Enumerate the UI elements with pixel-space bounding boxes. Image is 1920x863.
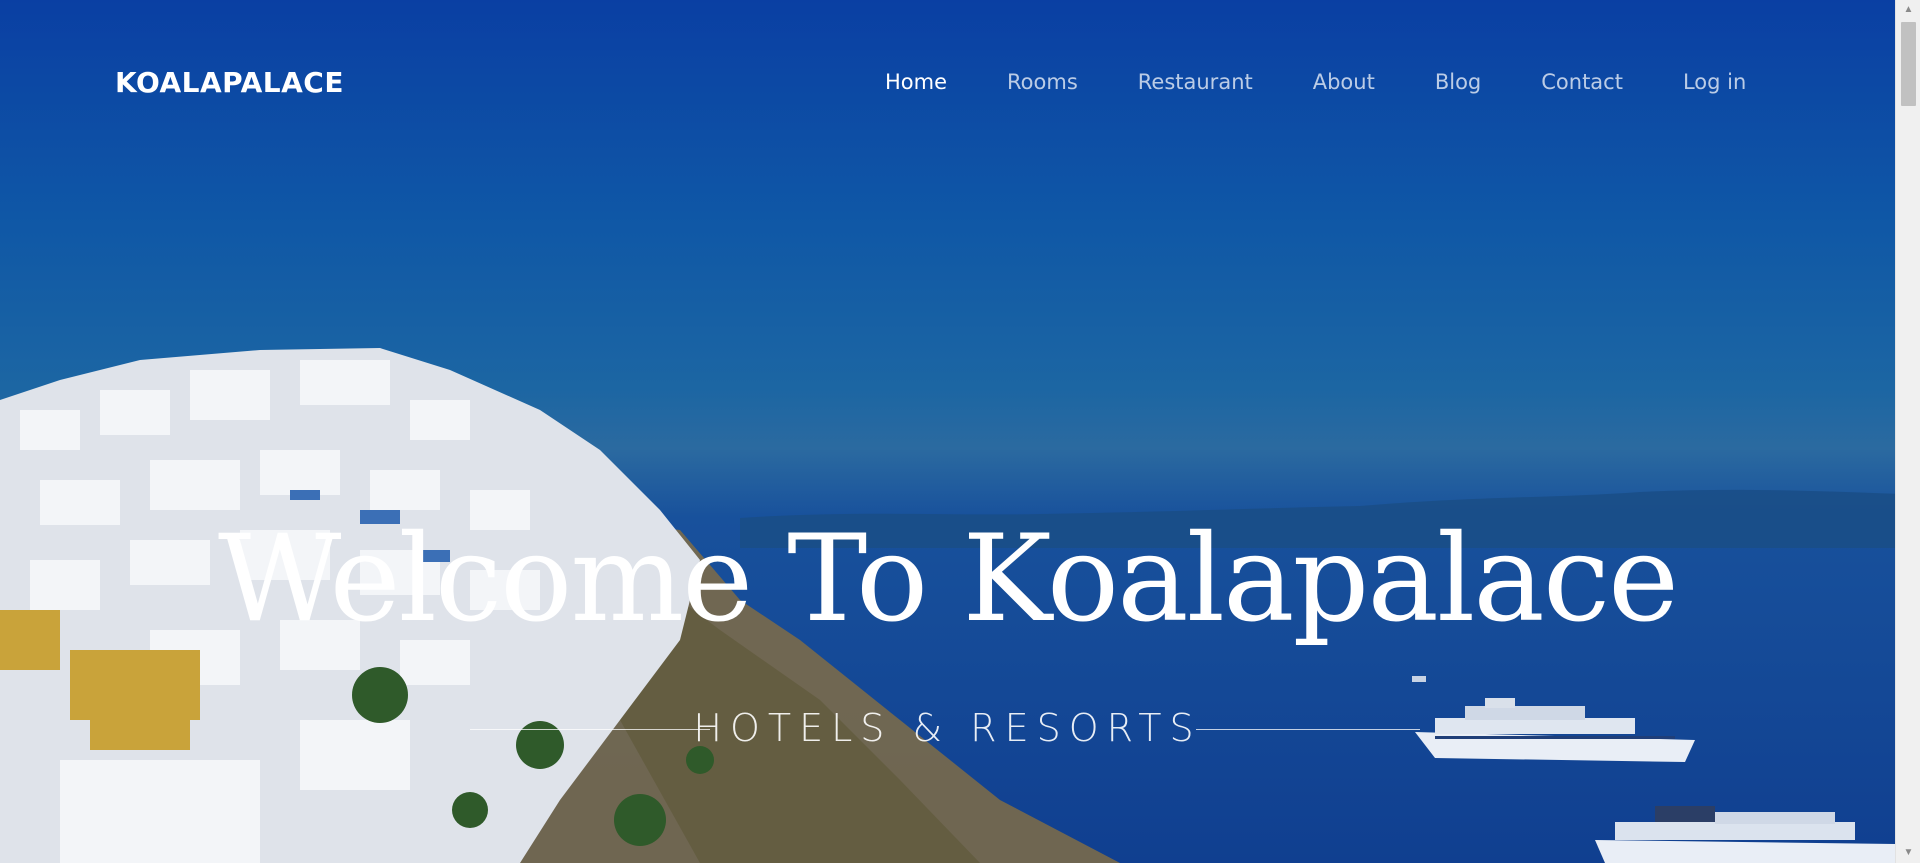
nav-item-contact[interactable]: Contact: [1541, 70, 1623, 94]
nav-item-login[interactable]: Log in: [1683, 70, 1746, 94]
cruise-ship-2: [1595, 806, 1895, 863]
page-scrollbar[interactable]: ▲ ▼: [1895, 0, 1920, 863]
top-navigation: KOALAPALACE Home Rooms Restaurant About …: [0, 0, 1895, 170]
nav-item-home[interactable]: Home: [885, 70, 947, 94]
scroll-up-arrow-icon[interactable]: ▲: [1896, 0, 1920, 20]
scroll-thumb[interactable]: [1901, 22, 1916, 106]
nav-item-restaurant[interactable]: Restaurant: [1138, 70, 1253, 94]
scroll-down-arrow-icon[interactable]: ▼: [1896, 843, 1920, 863]
hero-title: Welcome To Koalapalace: [217, 510, 1679, 649]
main-menu: Home Rooms Restaurant About Blog Contact…: [885, 70, 1806, 94]
hero-subtitle: HOTELS & RESORTS: [693, 706, 1202, 750]
small-boat: [1412, 676, 1426, 682]
nav-item-rooms[interactable]: Rooms: [1007, 70, 1078, 94]
hero-subtitle-wrap: HOTELS & RESORTS: [0, 706, 1895, 750]
subtitle-rule-right: [1196, 729, 1420, 730]
site-logo[interactable]: KOALAPALACE: [115, 66, 344, 99]
nav-item-about[interactable]: About: [1313, 70, 1375, 94]
nav-item-blog[interactable]: Blog: [1435, 70, 1481, 94]
